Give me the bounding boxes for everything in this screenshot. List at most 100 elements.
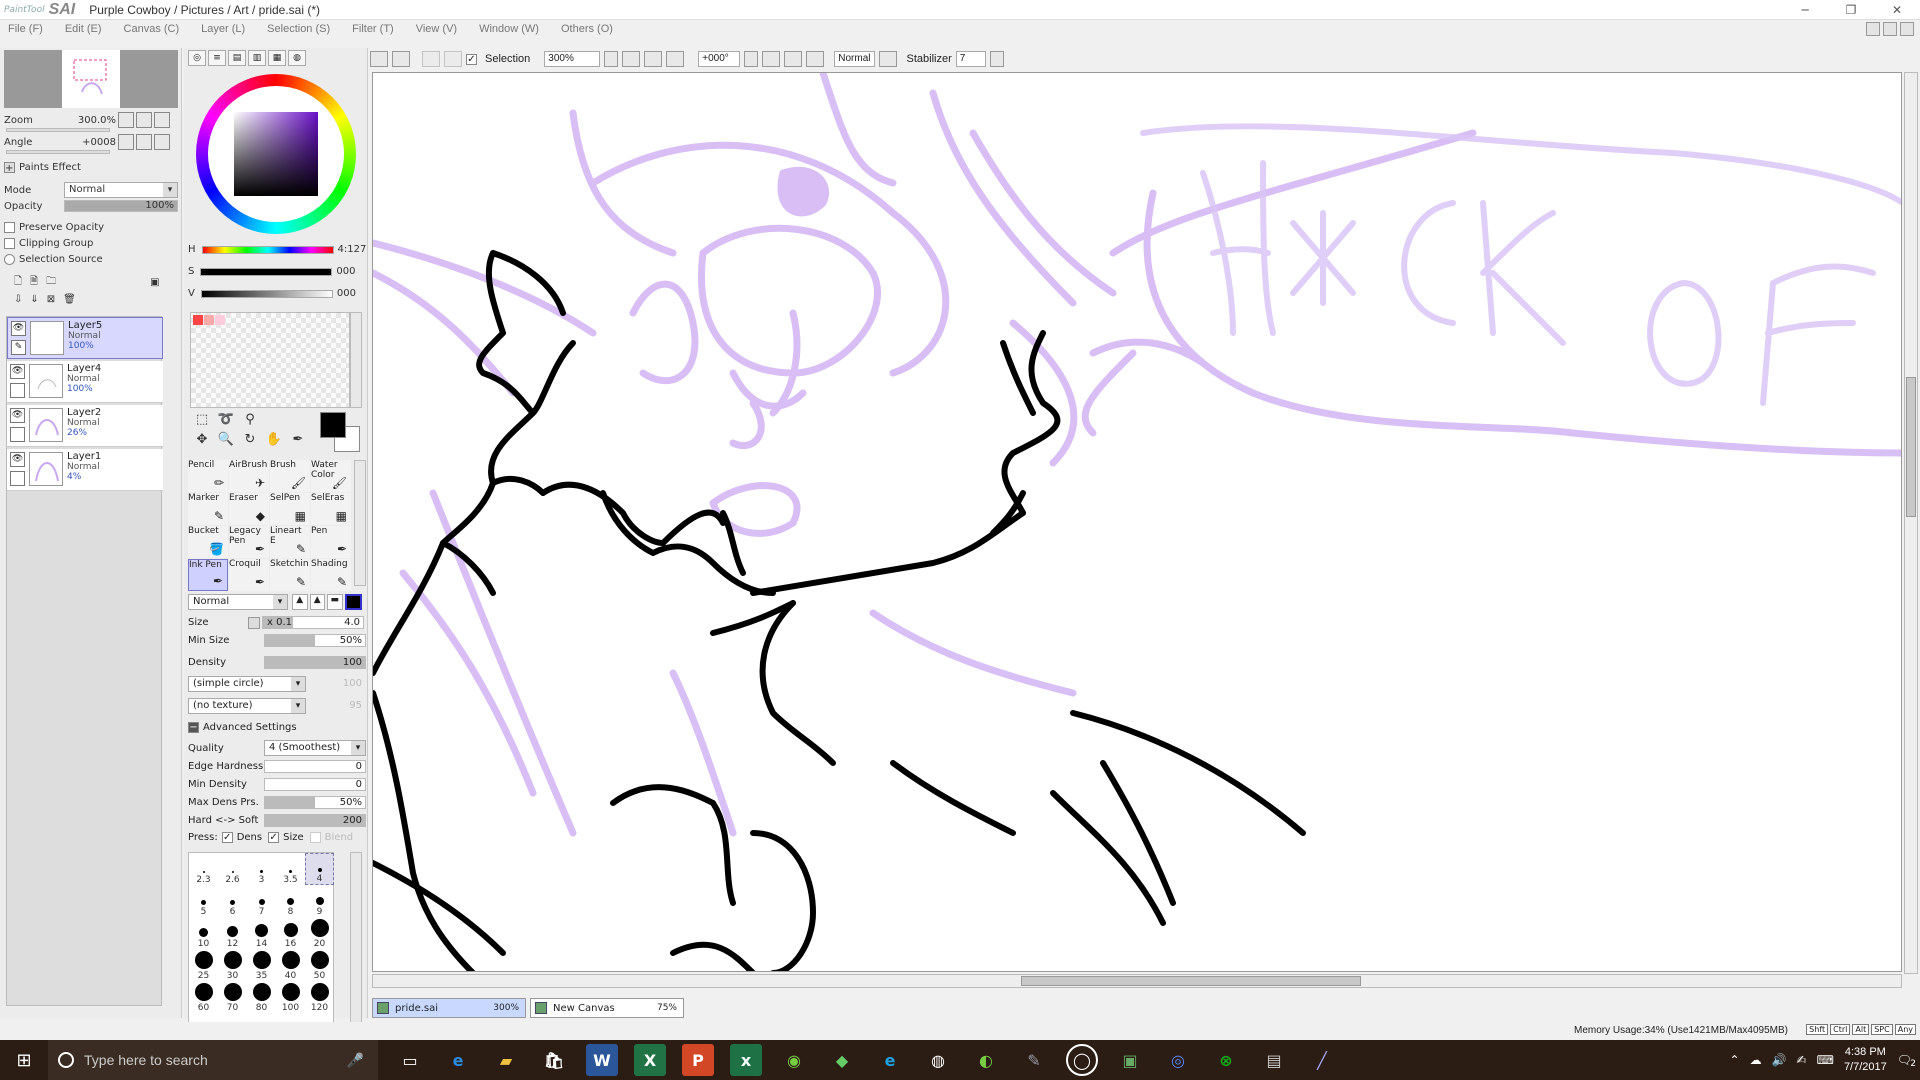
view-mode-select[interactable]: Normal (834, 51, 875, 67)
zoom-select[interactable]: 300% (544, 51, 601, 67)
brush-croquil[interactable]: Croquil ✒ (229, 559, 269, 591)
close-icon[interactable]: ✕ (1874, 0, 1920, 20)
brush-size-preset[interactable]: 60 (189, 981, 218, 1013)
hand-icon[interactable]: ✋ (264, 432, 284, 450)
taskbar-search-box[interactable]: Type here to search 🎤 (48, 1040, 378, 1080)
layer-row-layer4[interactable]: 👁 Layer4 Normal 100% (7, 361, 163, 403)
menu-view[interactable]: View (V) (416, 23, 457, 35)
brush-bucket[interactable]: Bucket 🪣 (188, 526, 228, 558)
lasso-icon[interactable]: ➰ (216, 412, 236, 430)
volume-icon[interactable]: 🔊 (1772, 1053, 1787, 1067)
excel-icon[interactable]: X (634, 1044, 666, 1076)
brush-texture-select[interactable]: (no texture) (188, 698, 306, 714)
brush-size-preset[interactable]: 25 (189, 949, 218, 981)
vertical-scroll-thumb[interactable] (1906, 377, 1916, 517)
menu-filter[interactable]: Filter (T) (352, 23, 394, 35)
brush-size-preset[interactable]: 3 (247, 853, 276, 885)
rgb-slider-tab-icon[interactable]: ≡ (208, 50, 226, 66)
shape-square-icon[interactable] (344, 594, 362, 610)
size-slider[interactable]: x 0.1 4.0 (262, 616, 364, 629)
notification-icon[interactable]: 🗨 2 (1897, 1053, 1916, 1069)
brush-size-preset[interactable]: 120 (305, 981, 334, 1013)
brush-eraser[interactable]: Eraser ◆ (229, 493, 269, 525)
stabilizer-dropdown-icon[interactable] (989, 51, 1004, 67)
hard-soft-slider[interactable]: 200 (264, 814, 366, 827)
minecraft-icon[interactable]: ▣ (1114, 1044, 1146, 1076)
brush-size-preset[interactable]: 100 (276, 981, 305, 1013)
layer-panel-option-icon[interactable]: ▣ (150, 277, 159, 288)
invert-selection-icon[interactable] (444, 51, 462, 67)
microphone-icon[interactable]: 🎤 (347, 1052, 364, 1069)
key-space[interactable]: SPC (1871, 1024, 1893, 1035)
brush-sketchin[interactable]: Sketchin ✎ (270, 559, 310, 591)
zoom-out-button[interactable] (118, 112, 134, 128)
brush-size-preset[interactable]: 7 (247, 885, 276, 917)
chevron-up-icon[interactable]: ⌃ (1730, 1053, 1740, 1067)
brush-size-preset[interactable]: 6 (218, 885, 247, 917)
horizontal-scroll-thumb[interactable] (1021, 976, 1361, 986)
zoom-out-icon[interactable] (622, 51, 641, 67)
flip-view-icon[interactable] (878, 51, 897, 67)
stabilizer-select[interactable]: 7 (955, 51, 986, 67)
key-any[interactable]: Any (1894, 1024, 1916, 1035)
clock[interactable]: 4:38 PM 7/7/2017 (1844, 1045, 1887, 1075)
menu-file[interactable]: File (F) (8, 23, 43, 35)
brush-legacy-pen[interactable]: Legacy Pen ✒ (229, 526, 269, 558)
layer-row-layer5[interactable]: 👁 ✎ Layer5 Normal 100% (7, 317, 163, 359)
angle-slider[interactable] (6, 150, 110, 154)
doc-tab-pride[interactable]: pride.sai 300% (372, 998, 526, 1018)
swatch-light-pink[interactable] (215, 315, 225, 325)
word-icon[interactable]: W (586, 1044, 618, 1076)
density-slider[interactable]: 100 (264, 656, 366, 669)
navigator-preview[interactable] (4, 50, 178, 108)
brush-size-preset[interactable]: 5 (189, 885, 218, 917)
brush-size-preset[interactable]: 35 (247, 949, 276, 981)
key-ctrl[interactable]: Ctrl (1830, 1024, 1851, 1035)
menu-edit[interactable]: Edit (E) (65, 23, 102, 35)
zoom-slider[interactable] (6, 128, 110, 132)
lock-box-icon[interactable] (10, 427, 25, 442)
rotate-ccw-icon[interactable] (762, 51, 781, 67)
pen-workspace-icon[interactable]: ✍ (1797, 1053, 1807, 1067)
brush-blend-mode-select[interactable]: Normal (188, 594, 288, 610)
edge-hardness-slider[interactable]: 0 (264, 760, 366, 773)
swatch-grid[interactable] (190, 312, 350, 408)
redo-icon[interactable] (392, 51, 410, 67)
new-folder-icon[interactable]: 🗀 (46, 274, 56, 291)
brush-size-preset[interactable]: 70 (218, 981, 247, 1013)
layer-row-layer2[interactable]: 👁 Layer2 Normal 26% (7, 405, 163, 447)
hsv-slider-tab-icon[interactable]: ▤ (228, 50, 246, 66)
zoom-tool-icon[interactable]: 🔍 (216, 432, 236, 450)
swatch-pink[interactable] (204, 315, 214, 325)
min-density-slider[interactable]: 0 (264, 778, 366, 791)
new-layer-icon[interactable]: 🗋 (14, 274, 22, 291)
brush-size-preset[interactable]: 8 (276, 885, 305, 917)
menu-window[interactable]: Window (W) (479, 23, 539, 35)
brush-size-preset[interactable]: 3.5 (276, 853, 305, 885)
brush-size-preset[interactable]: 16 (276, 917, 305, 949)
powerpoint-icon[interactable]: P (682, 1044, 714, 1076)
brush-size-preset[interactable]: 30 (218, 949, 247, 981)
brush-pencil[interactable]: Pencil ✏ (188, 460, 228, 492)
brush-size-preset[interactable]: 2.6 (218, 853, 247, 885)
advanced-settings-toggle[interactable]: − (188, 722, 199, 733)
layer-mode-select[interactable]: Normal (64, 182, 178, 198)
size-mult-dropdown-icon[interactable] (248, 616, 260, 629)
visibility-eye-icon[interactable]: 👁 (11, 321, 26, 336)
saturation-value-square[interactable] (234, 112, 318, 196)
edge-browser-icon[interactable]: e (442, 1044, 474, 1076)
brush-pen[interactable]: Pen ✒ (311, 526, 351, 558)
menu-selection[interactable]: Selection (S) (267, 23, 330, 35)
drawing-canvas[interactable] (372, 72, 1902, 972)
max-dens-slider[interactable]: 50% (264, 796, 366, 809)
press-blend-checkbox[interactable] (309, 832, 321, 843)
brush-marker[interactable]: Marker ✎ (188, 493, 228, 525)
zoom-dropdown-icon[interactable] (604, 51, 619, 67)
brush-grid-scrollbar[interactable] (354, 460, 366, 586)
pen-app-icon[interactable]: ╱ (1306, 1044, 1338, 1076)
rotation-reset-icon[interactable] (806, 51, 825, 67)
brush-brush[interactable]: Brush 🖌 (270, 460, 310, 492)
brush-size-preset[interactable]: 9 (305, 885, 334, 917)
foreground-color-swatch[interactable] (320, 412, 346, 438)
press-size-checkbox[interactable] (268, 832, 280, 843)
